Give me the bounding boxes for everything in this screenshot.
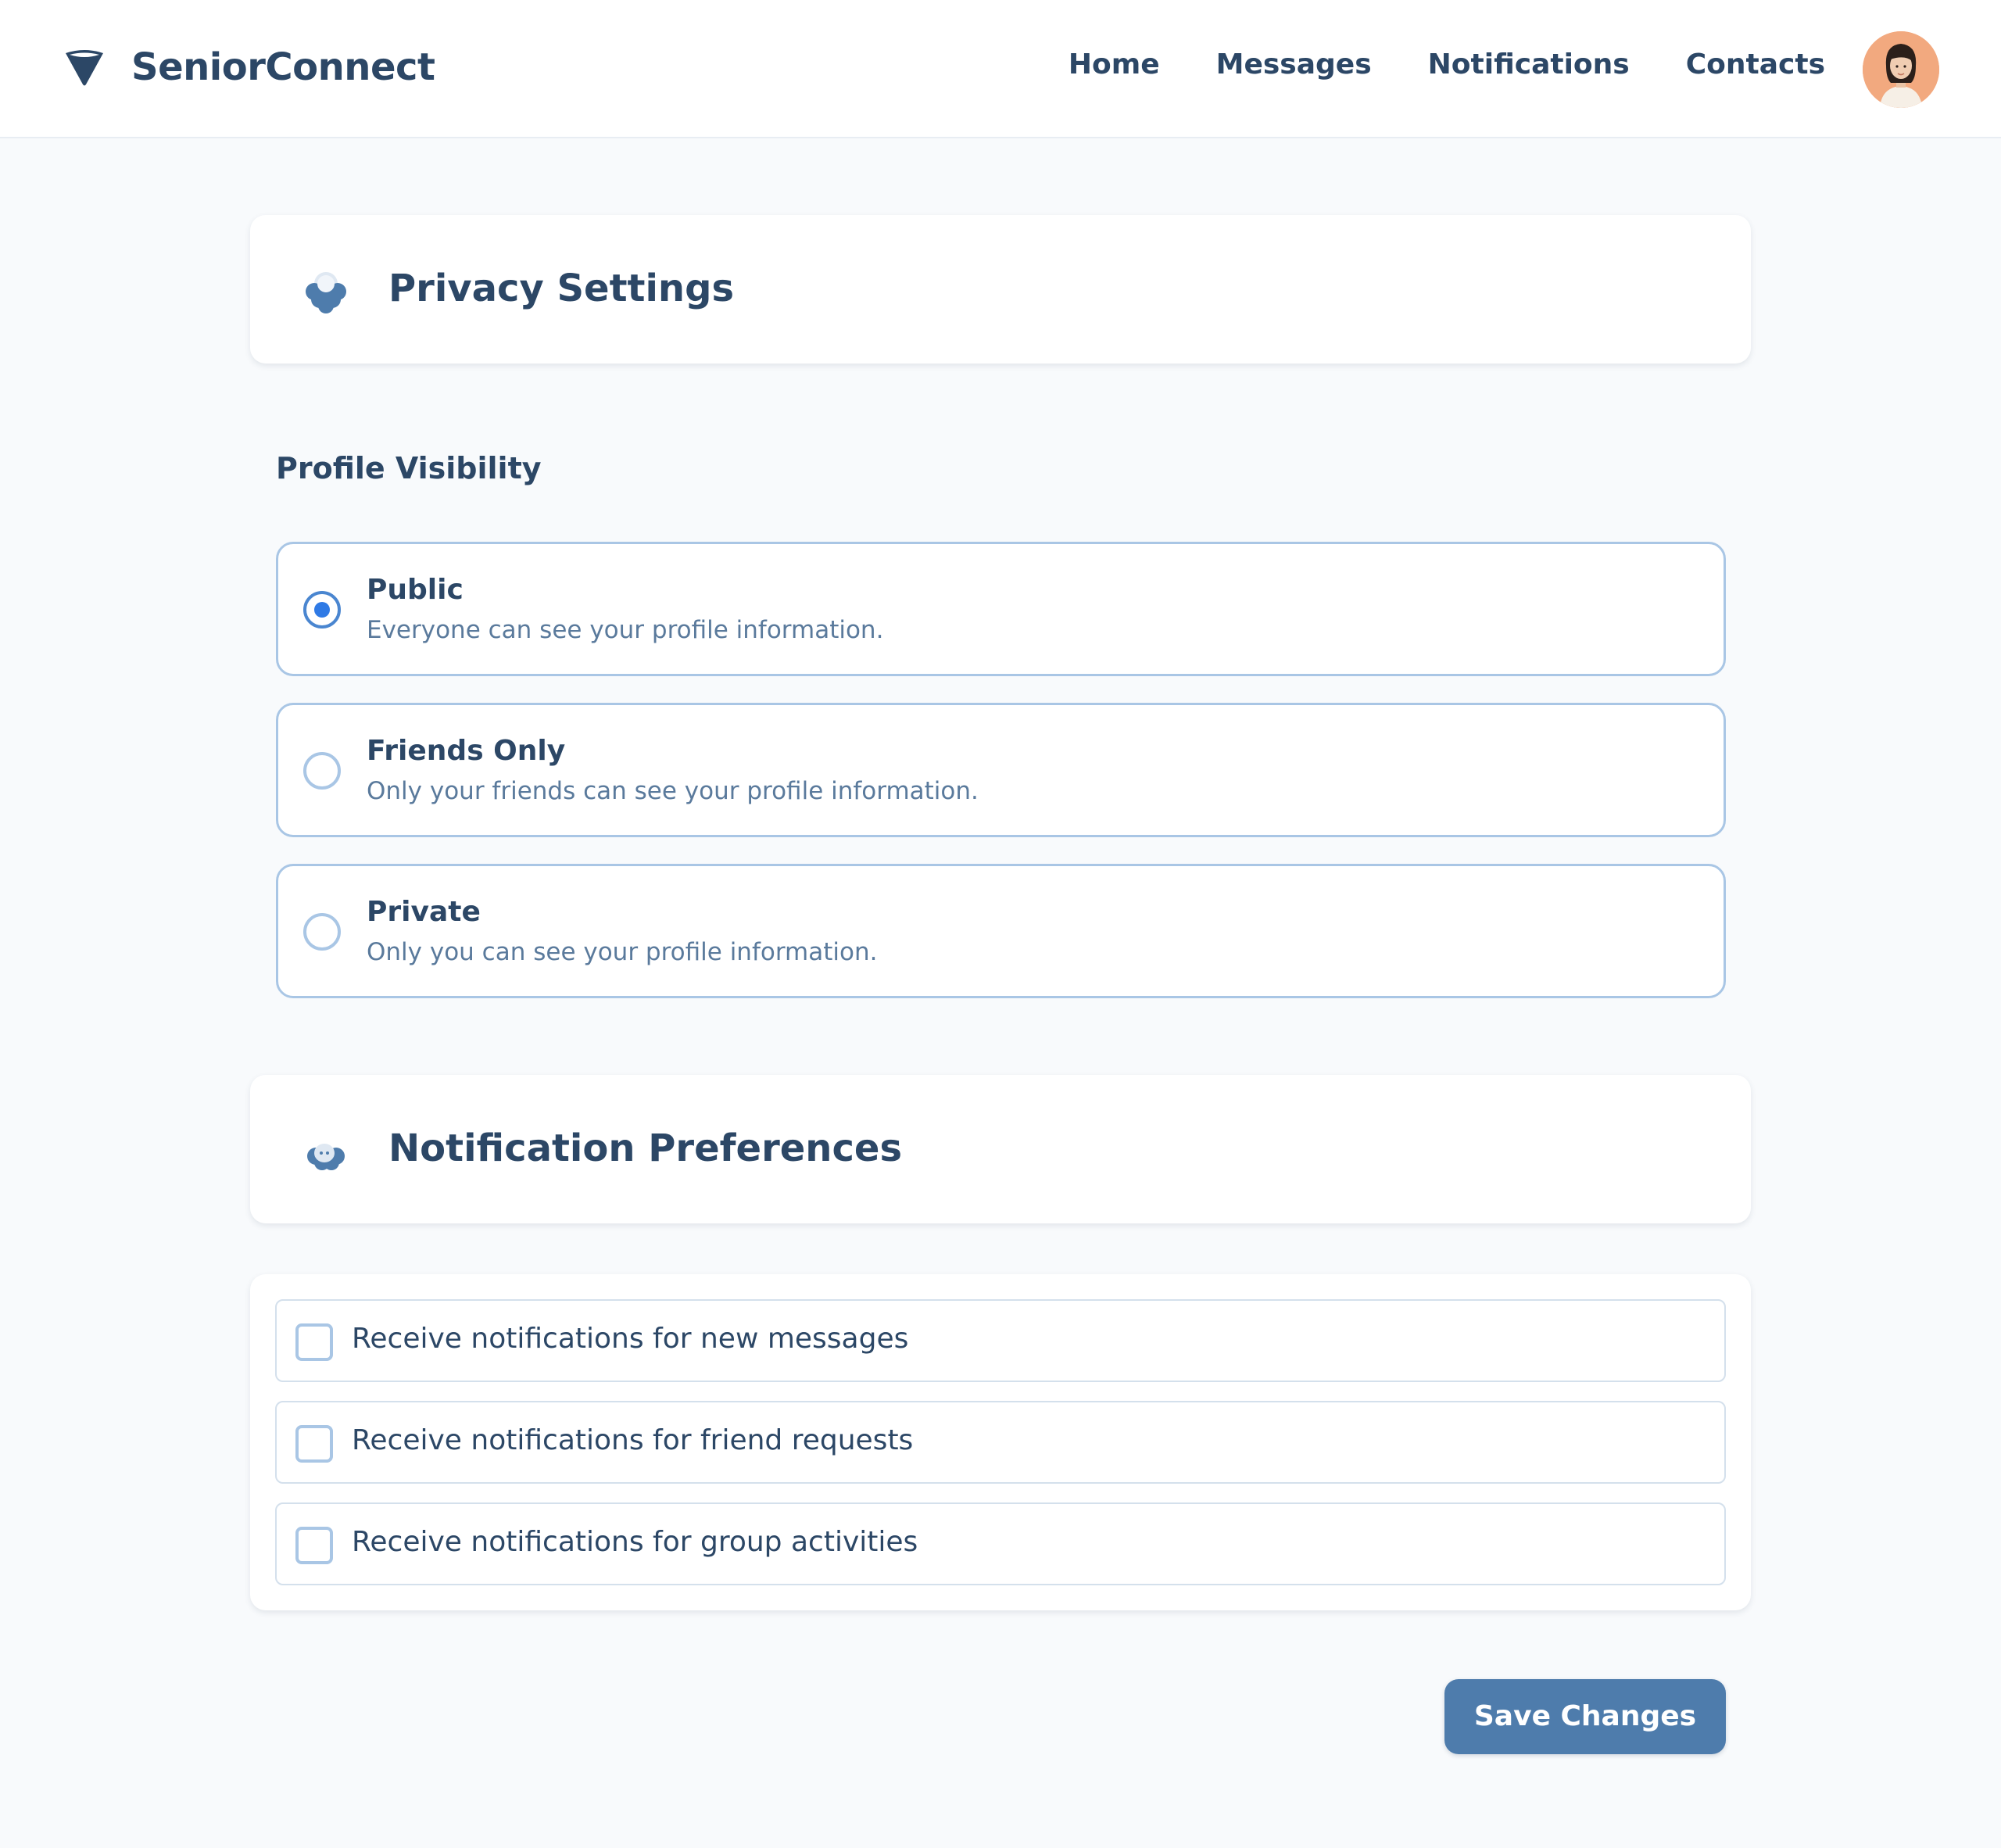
privacy-settings-title: Privacy Settings [388,267,735,310]
radio-button-private[interactable] [303,913,341,951]
funnel-logo-icon [66,50,103,86]
checkbox-row-friend-requests[interactable]: Receive notifications for friend request… [275,1401,1726,1484]
main-nav: Home Messages Notifications Contacts [1069,48,1825,81]
avatar-portrait-icon [1863,31,1939,108]
radio-title-private: Private [367,896,481,928]
save-changes-button[interactable]: Save Changes [1444,1679,1726,1754]
nav-contacts[interactable]: Contacts [1686,48,1825,81]
checkbox-row-new-messages[interactable]: Receive notifications for new messages [275,1299,1726,1382]
privacy-cloud-icon [306,272,346,313]
radio-option-friends-only[interactable]: Friends Only Only your friends can see y… [276,703,1726,837]
notification-preferences-header: Notification Preferences [250,1075,1751,1223]
radio-option-public[interactable]: Public Everyone can see your profile inf… [276,542,1726,676]
profile-visibility-label: Profile Visibility [276,451,542,485]
checkbox-label-new-messages: Receive notifications for new messages [352,1323,909,1355]
nav-home[interactable]: Home [1069,48,1160,81]
checkbox-row-group-activities[interactable]: Receive notifications for group activiti… [275,1502,1726,1585]
radio-button-public[interactable] [303,591,341,629]
checkbox-label-group-activities: Receive notifications for group activiti… [352,1526,918,1558]
radio-description-public: Everyone can see your profile informatio… [367,616,884,644]
top-header: SeniorConnect Home Messages Notification… [0,0,2001,138]
radio-option-private[interactable]: Private Only you can see your profile in… [276,864,1726,998]
nav-notifications[interactable]: Notifications [1428,48,1630,81]
user-avatar[interactable] [1863,31,1939,108]
brand-logo[interactable]: SeniorConnect [63,45,435,89]
checkbox-group-activities[interactable] [295,1527,333,1564]
notification-cloud-icon [307,1144,345,1170]
radio-title-public: Public [367,574,464,606]
radio-button-friends-only[interactable] [303,752,341,790]
checkbox-friend-requests[interactable] [295,1425,333,1463]
nav-messages[interactable]: Messages [1216,48,1372,81]
radio-description-private: Only you can see your profile informatio… [367,938,878,966]
radio-description-friends-only: Only your friends can see your profile i… [367,777,979,805]
notification-options-list: Receive notifications for new messages R… [250,1274,1751,1610]
notification-preferences-title: Notification Preferences [388,1126,903,1170]
privacy-settings-header: Privacy Settings [250,215,1751,364]
radio-title-friends-only: Friends Only [367,735,566,767]
checkbox-label-friend-requests: Receive notifications for friend request… [352,1424,914,1456]
brand-name: SeniorConnect [131,45,435,89]
checkbox-new-messages[interactable] [295,1323,333,1361]
